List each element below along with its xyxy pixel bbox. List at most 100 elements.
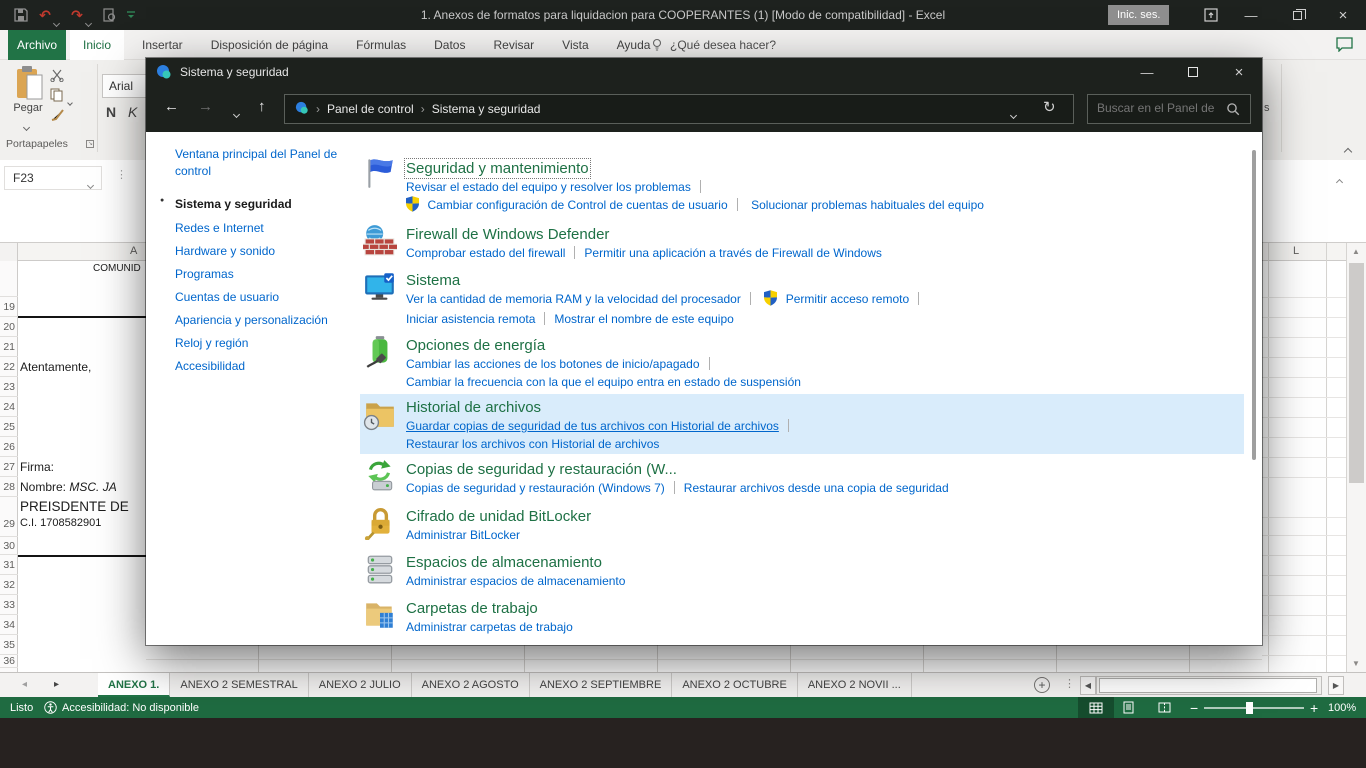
row-header[interactable]: 20 [0, 317, 18, 337]
sidebar-item-home[interactable]: Ventana principal del Panel de control [175, 146, 353, 180]
cp-maximize-button[interactable] [1176, 58, 1210, 86]
accessibility-icon[interactable] [44, 697, 57, 718]
cell-presidente[interactable]: PREISDENTE DE [20, 499, 129, 514]
sheet-tab-octubre[interactable]: ANEXO 2 OCTUBRE [672, 673, 798, 697]
sidebar-item-programas[interactable]: Programas [175, 266, 353, 282]
paste-icon[interactable] [16, 66, 44, 105]
row-header[interactable]: 33 [0, 595, 18, 615]
sidebar-item-reloj[interactable]: Reloj y región [175, 335, 353, 351]
vertical-scroll-thumb[interactable] [1349, 263, 1364, 483]
excel-restore-button[interactable] [1280, 0, 1314, 30]
ribbon-display-options-icon[interactable] [1194, 0, 1228, 30]
format-painter-icon[interactable] [50, 108, 66, 127]
row-header[interactable]: 23 [0, 377, 18, 397]
zoom-slider-handle[interactable] [1246, 702, 1253, 714]
tab-disposicion[interactable]: Disposición de página [197, 30, 342, 60]
recent-pages-icon[interactable] [234, 104, 239, 122]
cp-close-button[interactable]: × [1222, 58, 1256, 86]
sidebar-item-sistema-seguridad[interactable]: Sistema y seguridad [175, 197, 292, 211]
vertical-scrollbar[interactable]: ▲ ▼ [1346, 243, 1366, 672]
link-acceso-remoto[interactable]: Permitir acceso remoto [786, 292, 909, 306]
breadcrumb-chevron[interactable]: › [316, 102, 320, 116]
copy-dropdown-icon[interactable] [68, 92, 72, 110]
signin-button[interactable]: Inic. ses. [1108, 5, 1169, 25]
item-title-espacios[interactable]: Espacios de almacenamiento [406, 554, 602, 572]
sheet-tab-anexo1[interactable]: ANEXO 1. [98, 673, 170, 697]
sidebar-item-redes[interactable]: Redes e Internet [175, 220, 353, 236]
cp-search-box[interactable] [1087, 94, 1251, 124]
row-header[interactable]: 27 [0, 457, 18, 477]
item-title-historial[interactable]: Historial de archivos [406, 399, 541, 417]
link-restaurar-archivos-historial[interactable]: Restaurar los archivos con Historial de … [406, 437, 659, 451]
select-all-corner[interactable] [0, 243, 18, 261]
grid-strip[interactable] [146, 645, 1262, 672]
tab-datos[interactable]: Datos [420, 30, 479, 60]
grid-right[interactable] [1262, 261, 1346, 672]
link-administrar-carpetas[interactable]: Administrar carpetas de trabajo [406, 620, 573, 634]
paste-dropdown-icon[interactable] [24, 117, 29, 135]
link-uac[interactable]: Cambiar configuración de Control de cuen… [427, 198, 727, 212]
cell-comunidad[interactable]: COMUNID [93, 263, 141, 274]
sidebar-item-cuentas[interactable]: Cuentas de usuario [175, 289, 353, 305]
copy-icon[interactable] [50, 88, 64, 107]
row-header[interactable]: 25 [0, 417, 18, 437]
sidebar-item-hardware[interactable]: Hardware y sonido [175, 243, 353, 259]
tell-me-box[interactable]: ¿Qué desea hacer? [670, 30, 776, 60]
sheet-tab-septiembre[interactable]: ANEXO 2 SEPTIEMBRE [530, 673, 673, 697]
excel-close-button[interactable]: × [1326, 0, 1360, 30]
row-header[interactable]: 34 [0, 615, 18, 635]
link-restaurar-desde-copia[interactable]: Restaurar archivos desde una copia de se… [684, 481, 949, 495]
tab-revisar[interactable]: Revisar [479, 30, 548, 60]
undo-icon[interactable]: ↶ [36, 6, 54, 24]
address-dropdown-icon[interactable] [1011, 107, 1016, 121]
link-asistencia-remota[interactable]: Iniciar asistencia remota [406, 312, 535, 326]
item-title-bitlocker[interactable]: Cifrado de unidad BitLocker [406, 508, 591, 526]
sheet-next-icon[interactable]: ▸ [54, 679, 59, 690]
excel-minimize-button[interactable]: — [1234, 0, 1268, 30]
horizontal-scroll-thumb[interactable] [1099, 678, 1317, 693]
link-revisar-estado[interactable]: Revisar el estado del equipo y resolver … [406, 180, 691, 194]
item-title-energia[interactable]: Opciones de energía [406, 337, 545, 355]
hscroll-left-icon[interactable]: ◀ [1080, 676, 1096, 695]
collapse-ribbon-icon[interactable] [1345, 142, 1351, 160]
refresh-icon[interactable]: ↻ [1043, 98, 1056, 116]
italic-button[interactable]: K [128, 104, 137, 120]
grid-left[interactable]: 19 20 21 22 23 24 25 26 27 28 29 30 31 3… [0, 261, 146, 672]
row-header[interactable]: 24 [0, 397, 18, 417]
zoom-level[interactable]: 100% [1328, 697, 1356, 718]
back-icon[interactable]: ← [164, 98, 179, 115]
view-normal-button[interactable] [1078, 697, 1114, 718]
breadcrumb-panel-de-control[interactable]: Panel de control [327, 102, 414, 116]
hscroll-right-icon[interactable]: ▶ [1328, 676, 1344, 695]
view-layout-button[interactable] [1122, 697, 1135, 718]
link-nombre-equipo[interactable]: Mostrar el nombre de este equipo [554, 312, 733, 326]
clipboard-dialog-launcher-icon[interactable]: ↘ [86, 140, 94, 148]
address-bar[interactable]: › Panel de control › Sistema y seguridad… [284, 94, 1074, 124]
cell-ci[interactable]: C.I. 1708582901 [20, 517, 101, 529]
name-box-dropdown-icon[interactable] [88, 175, 93, 193]
tab-archivo[interactable]: Archivo [8, 30, 66, 60]
sheet-tab-semestral[interactable]: ANEXO 2 SEMESTRAL [170, 673, 308, 697]
cp-scrollbar-thumb[interactable] [1252, 150, 1256, 460]
link-permitir-aplicacion[interactable]: Permitir una aplicación a través de Fire… [584, 246, 881, 260]
row-header[interactable]: 28 [0, 477, 18, 497]
tab-insertar[interactable]: Insertar [128, 30, 197, 60]
scrollbar-splitter[interactable]: ⋮ [1064, 677, 1075, 690]
row-header[interactable]: 29 [0, 497, 18, 537]
tab-formulas[interactable]: Fórmulas [342, 30, 420, 60]
link-administrar-espacios[interactable]: Administrar espacios de almacenamiento [406, 574, 625, 588]
horizontal-scrollbar[interactable] [1096, 676, 1322, 695]
undo-dropdown-icon[interactable] [54, 13, 59, 31]
row-header[interactable]: 31 [0, 555, 18, 575]
zoom-in-button[interactable]: + [1310, 697, 1318, 718]
cp-minimize-button[interactable]: — [1130, 58, 1164, 86]
row-header[interactable]: 36 [0, 655, 18, 668]
cell-firma[interactable]: Firma: [20, 460, 54, 474]
column-header-l[interactable]: L [1293, 245, 1299, 257]
row-header[interactable]: 32 [0, 575, 18, 595]
paste-button[interactable]: Pegar [6, 102, 50, 114]
tab-vista[interactable]: Vista [548, 30, 602, 60]
formula-bar-handle[interactable]: ⋮ [116, 168, 127, 181]
sheet-tab-agosto[interactable]: ANEXO 2 AGOSTO [412, 673, 530, 697]
cell-nombre[interactable]: Nombre: MSC. JA [20, 480, 117, 494]
